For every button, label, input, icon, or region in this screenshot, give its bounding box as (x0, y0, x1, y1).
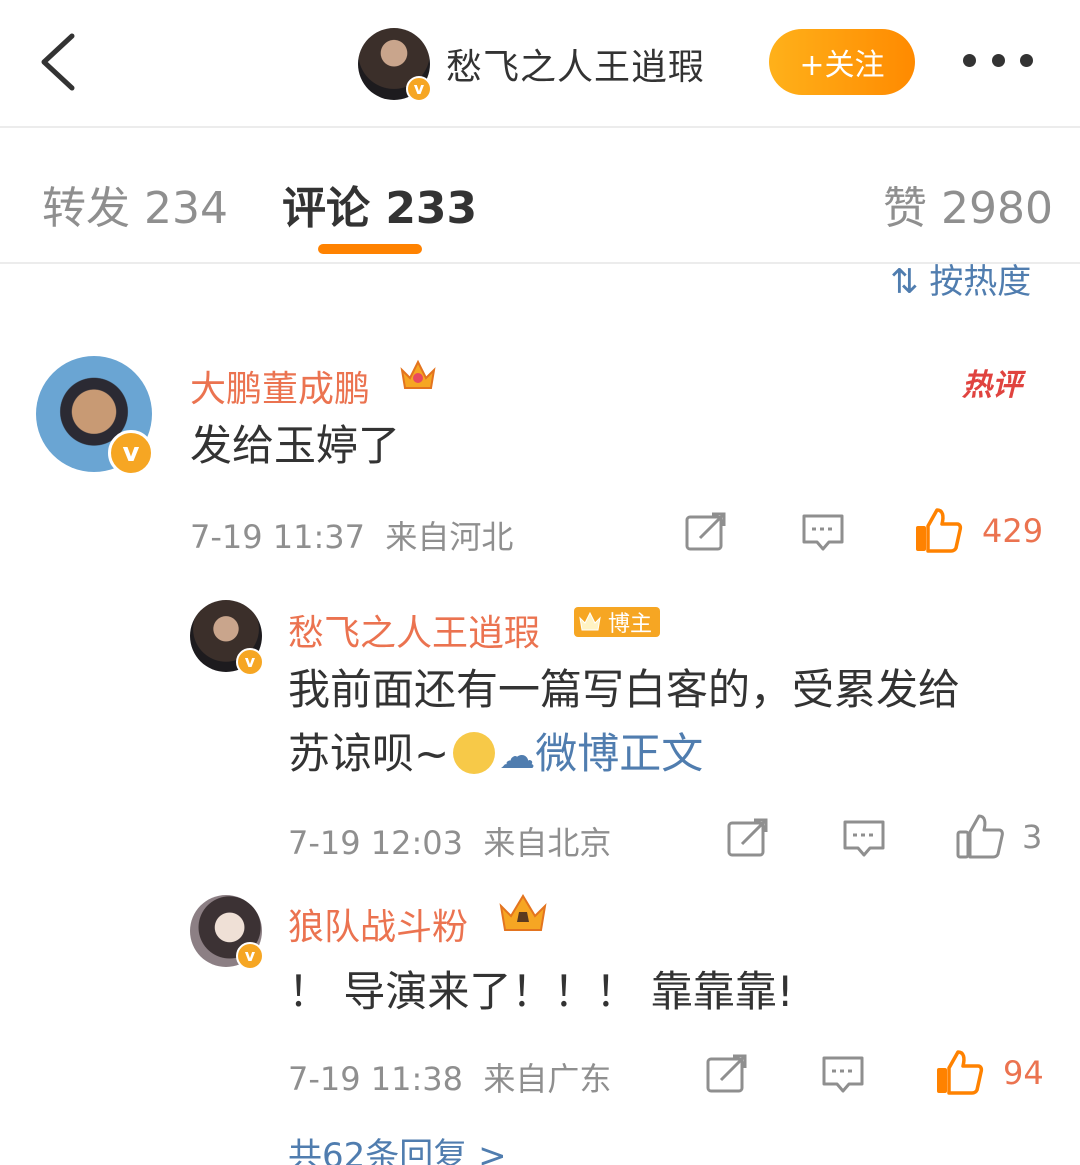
comment-text: 我前面还有一篇写白客的，受累发给 苏谅呗~ ☁微博正文 (288, 658, 960, 789)
comment-time: 7-19 12:03 (288, 824, 464, 862)
crown-icon (579, 611, 601, 631)
view-replies-link[interactable]: 共62条回复 > (288, 1128, 507, 1165)
tab-comments[interactable]: 评论 233 (282, 172, 477, 236)
sort-toggle[interactable]: ⇅ 按热度 (890, 254, 1031, 303)
weibo-link[interactable]: ☁微博正文 (499, 729, 703, 778)
verified-badge-icon: v (236, 648, 264, 676)
back-arrow-icon[interactable] (32, 30, 86, 94)
comment-text: ！ 导演来了！！！ 靠靠靠! (288, 967, 794, 1016)
comment-time: 7-19 11:38 (288, 1060, 464, 1098)
comment-icon[interactable] (821, 1054, 865, 1094)
comment-text-line: 苏谅呗~ ☁微博正文 (288, 722, 960, 789)
comment-icon[interactable] (801, 512, 845, 552)
repost-icon[interactable] (726, 818, 770, 858)
tab-repost[interactable]: 转发 234 (42, 172, 228, 236)
follow-button[interactable]: +关注 (769, 29, 915, 95)
commenter-name[interactable]: 大鹏董成鹏 (190, 360, 370, 412)
comment-time: 7-19 11:37 (190, 518, 366, 556)
comment-text: 发给玉婷了 (190, 421, 401, 470)
comment-location: 来自北京 (483, 824, 612, 862)
author-badge-label: 博主 (608, 612, 653, 637)
repost-icon[interactable] (705, 1054, 749, 1094)
like-icon[interactable] (913, 506, 963, 554)
comment-text-line: 我前面还有一篇写白客的，受累发给 (288, 665, 961, 714)
comment-meta: 7-19 11:38 来自广东 (288, 1054, 611, 1100)
hot-comment-icon: 热评 (962, 368, 1022, 403)
tab-likes[interactable]: 赞 2980 (883, 172, 1053, 236)
verified-badge-icon: v (108, 430, 154, 476)
author-badge: 博主 (574, 607, 661, 637)
like-count: 3 (1022, 818, 1043, 856)
commenter-name[interactable]: 狼队战斗粉 (288, 898, 468, 950)
emoji-icon (453, 732, 496, 774)
comment-location: 来自广东 (483, 1060, 612, 1098)
author-name[interactable]: 愁飞之人王逍瑕 (446, 38, 705, 90)
comment-meta: 7-19 11:37 来自河北 (190, 512, 513, 558)
weibo-link-icon: ☁ (499, 736, 536, 777)
verified-badge-icon: v (236, 942, 264, 970)
top-bar: v 愁飞之人王逍瑕 +关注 (0, 0, 1080, 128)
comment-icon[interactable] (842, 818, 886, 858)
sort-icon: ⇅ (890, 262, 919, 302)
crown-icon (400, 359, 436, 389)
crown-icon (499, 894, 547, 931)
tab-bar: 转发 234 评论 233 赞 2980 (0, 130, 1080, 264)
comment-location: 来自河北 (385, 518, 514, 556)
repost-icon[interactable] (684, 512, 728, 552)
commenter-name[interactable]: 愁飞之人王逍瑕 (288, 604, 540, 656)
like-icon[interactable] (934, 1048, 984, 1096)
verified-badge-icon: v (406, 76, 432, 102)
active-tab-indicator (318, 244, 422, 254)
sort-label: 按热度 (929, 262, 1032, 302)
comment-meta: 7-19 12:03 来自北京 (288, 818, 611, 864)
like-icon[interactable] (955, 812, 1005, 860)
like-count: 94 (1003, 1054, 1044, 1092)
like-count: 429 (982, 512, 1044, 550)
comment-text-part: 苏谅呗~ (288, 729, 450, 778)
weibo-link-label: 微博正文 (535, 729, 704, 778)
more-icon[interactable] (963, 54, 1033, 70)
